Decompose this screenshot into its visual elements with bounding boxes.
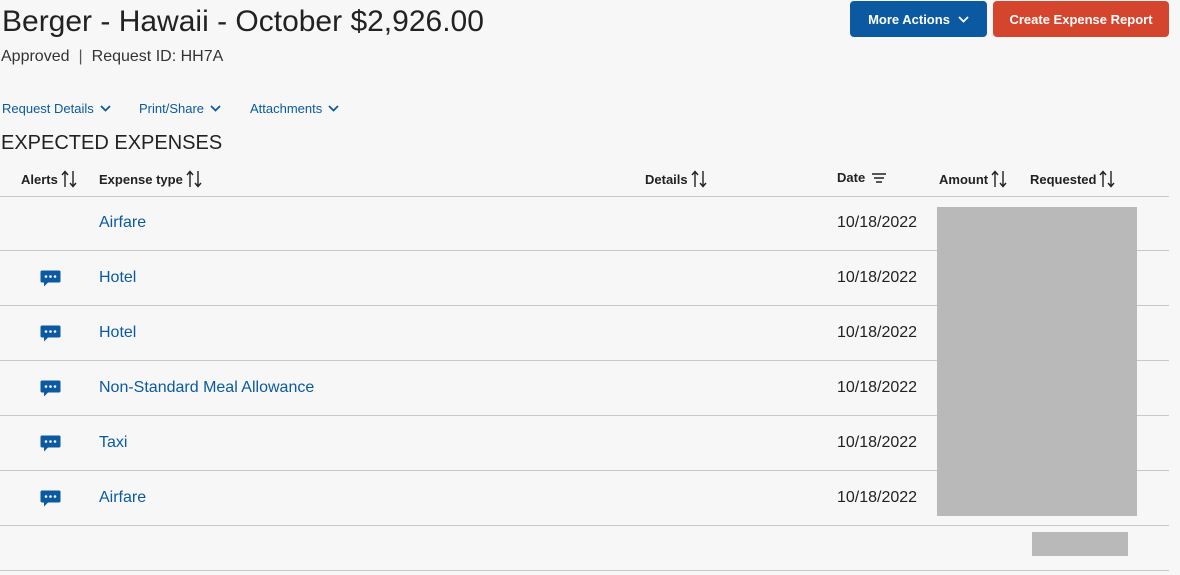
menu-request-details[interactable]: Request Details xyxy=(2,101,139,116)
expense-type-link[interactable]: Hotel xyxy=(99,269,136,287)
comment-icon[interactable] xyxy=(40,270,61,288)
comment-icon[interactable] xyxy=(40,380,61,398)
filter-lines-icon xyxy=(872,172,887,183)
more-actions-label: More Actions xyxy=(868,11,950,27)
column-header-label: Expense type xyxy=(99,171,183,187)
expense-type-link[interactable]: Hotel xyxy=(99,324,136,342)
expense-type-link[interactable]: Airfare xyxy=(99,489,146,507)
sort-arrows-icon xyxy=(186,170,202,188)
menu-attachments[interactable]: Attachments xyxy=(250,101,339,116)
page-title: Berger - Hawaii - October $2,926.00 xyxy=(2,5,484,38)
row-divider xyxy=(0,196,1169,197)
request-id: Request ID: HH7A xyxy=(91,48,224,65)
column-header-expense-type[interactable]: Expense type xyxy=(99,170,202,188)
column-header-date[interactable]: Date xyxy=(837,170,888,185)
redacted-amounts-block xyxy=(937,207,1137,516)
column-header-label: Date xyxy=(837,170,866,185)
column-header-requested[interactable]: Requested xyxy=(1030,170,1116,188)
menu-print-share[interactable]: Print/Share xyxy=(139,101,250,116)
comment-icon[interactable] xyxy=(40,435,61,453)
redacted-total-block xyxy=(1032,532,1128,556)
chevron-down-icon xyxy=(958,15,969,23)
create-expense-report-button[interactable]: Create Expense Report xyxy=(993,1,1169,37)
sort-arrows-icon xyxy=(991,170,1007,188)
chevron-down-icon xyxy=(100,105,111,112)
subtitle-separator: | xyxy=(78,48,83,65)
column-header-amount[interactable]: Amount xyxy=(939,170,1007,188)
expense-date: 10/18/2022 xyxy=(837,214,918,231)
chevron-down-icon xyxy=(210,105,221,112)
comment-icon[interactable] xyxy=(40,325,61,343)
expense-type-link[interactable]: Airfare xyxy=(99,214,146,232)
column-header-details[interactable]: Details xyxy=(645,170,707,188)
request-subtitle: Approved | Request ID: HH7A xyxy=(1,48,223,66)
request-menu-bar: Request Details Print/Share Attachments xyxy=(2,101,339,116)
menu-item-label: Request Details xyxy=(2,101,94,116)
sort-arrows-icon xyxy=(1099,170,1116,188)
expense-date: 10/18/2022 xyxy=(837,379,918,396)
column-header-label: Details xyxy=(645,171,688,187)
menu-item-label: Attachments xyxy=(250,101,323,116)
column-header-alerts[interactable]: Alerts xyxy=(21,170,77,188)
sort-arrows-icon xyxy=(691,170,707,188)
menu-item-label: Print/Share xyxy=(139,101,205,116)
expense-type-link[interactable]: Non-Standard Meal Allowance xyxy=(99,379,314,397)
column-header-label: Amount xyxy=(939,171,989,187)
more-actions-button[interactable]: More Actions xyxy=(850,1,987,37)
expense-type-link[interactable]: Taxi xyxy=(99,434,127,452)
expense-date: 10/18/2022 xyxy=(837,324,918,341)
expense-date: 10/18/2022 xyxy=(837,269,918,286)
expense-date: 10/18/2022 xyxy=(837,434,918,451)
row-divider xyxy=(0,570,1169,571)
status-text: Approved xyxy=(1,48,70,65)
row-divider xyxy=(0,525,1169,526)
sort-arrows-icon xyxy=(61,170,77,188)
column-header-label: Requested xyxy=(1030,171,1097,187)
column-header-label: Alerts xyxy=(21,171,58,187)
expense-date: 10/18/2022 xyxy=(837,489,918,506)
chevron-down-icon xyxy=(328,105,339,112)
comment-icon[interactable] xyxy=(40,490,61,508)
section-title: EXPECTED EXPENSES xyxy=(1,132,223,154)
